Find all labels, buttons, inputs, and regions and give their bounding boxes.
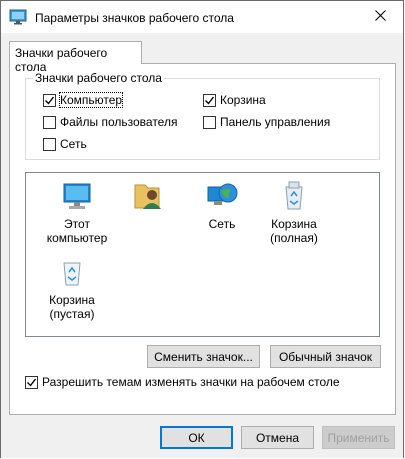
checkbox-box[interactable] — [25, 375, 38, 389]
checkbox-user-files[interactable]: Файлы пользователя — [43, 115, 177, 129]
dialog-footer: ОК Отмена Применить — [1, 415, 403, 458]
close-icon — [374, 9, 386, 24]
tab-panel: Значки рабочего стола Компьютер Корзина … — [9, 63, 396, 415]
ok-button[interactable]: ОК — [160, 426, 233, 449]
icons-list[interactable]: Этот компьютер Сеть Корзина (полная) Кор… — [25, 172, 380, 337]
checkbox-label: Разрешить темам изменять значки на рабоч… — [42, 375, 340, 389]
cancel-button[interactable]: Отмена — [241, 426, 314, 449]
desktop-icons-group: Значки рабочего стола Компьютер Корзина … — [25, 71, 380, 160]
checkbox-box[interactable] — [43, 115, 56, 129]
checkbox-control-panel[interactable]: Панель управления — [203, 115, 330, 129]
checkbox-network[interactable]: Сеть — [43, 137, 87, 151]
tab-desktop-icons[interactable]: Значки рабочего стола — [9, 41, 142, 74]
checkbox-label: Сеть — [60, 137, 87, 151]
group-legend: Значки рабочего стола — [33, 71, 164, 85]
this-pc-icon — [60, 179, 94, 213]
icon-label-line2: (пустая) — [49, 307, 95, 321]
icon-label-line1: Корзина — [271, 217, 317, 231]
restore-default-button[interactable]: Обычный значок — [270, 345, 381, 368]
network-icon — [205, 179, 239, 213]
checkbox-label: Файлы пользователя — [60, 115, 178, 129]
recycle-bin-empty-icon — [55, 255, 89, 289]
apply-button[interactable]: Применить — [322, 426, 395, 449]
checkbox-label: Корзина — [220, 93, 266, 107]
checkbox-allow-themes[interactable]: Разрешить темам изменять значки на рабоч… — [25, 375, 340, 389]
icon-item-network[interactable]: Сеть — [187, 179, 257, 231]
title-bar: Параметры значков рабочего стола — [1, 1, 403, 33]
checkbox-label: Панель управления — [220, 115, 331, 129]
icon-label-line2: (полная) — [270, 231, 318, 245]
checkbox-box[interactable] — [43, 93, 56, 107]
icon-label-line1: Этот — [64, 217, 90, 231]
change-icon-button[interactable]: Сменить значок... — [147, 345, 260, 368]
checkbox-computer[interactable]: Компьютер — [43, 92, 124, 108]
dialog-window: Параметры значков рабочего стола Значки … — [0, 0, 404, 458]
checkbox-box[interactable] — [203, 93, 216, 107]
recycle-bin-full-icon — [277, 179, 311, 213]
desktop-settings-icon — [9, 9, 27, 25]
user-files-icon — [130, 179, 164, 213]
close-button[interactable] — [357, 1, 403, 32]
icon-item-recycle-bin-full[interactable]: Корзина (полная) — [259, 179, 329, 245]
icon-item-recycle-bin-empty[interactable]: Корзина (пустая) — [37, 255, 107, 321]
icon-label-line1: Корзина — [49, 293, 95, 307]
checkbox-box[interactable] — [203, 115, 216, 129]
checkmark-icon — [45, 96, 55, 105]
window-title: Параметры значков рабочего стола — [35, 11, 234, 25]
checkbox-box[interactable] — [43, 137, 56, 151]
icon-item-this-pc[interactable]: Этот компьютер — [42, 179, 112, 245]
checkbox-label: Компьютер — [58, 92, 124, 108]
checkbox-recycle-bin[interactable]: Корзина — [203, 93, 266, 107]
checkmark-icon — [27, 378, 37, 387]
icon-item-user-files[interactable] — [112, 179, 182, 217]
icon-label-line2: компьютер — [46, 231, 108, 245]
icon-label-line1: Сеть — [208, 217, 236, 231]
checkmark-icon — [205, 96, 215, 105]
